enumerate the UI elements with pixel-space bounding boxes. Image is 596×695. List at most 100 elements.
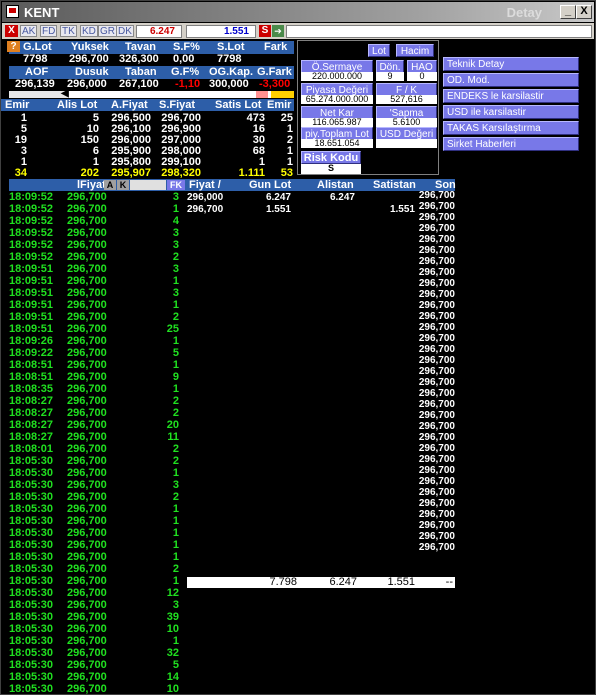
hdr-gf: G.F% — [171, 66, 200, 78]
trade-row[interactable]: 18:08:51 296,700 1 — [9, 359, 181, 371]
trade-price: 296,700 — [67, 683, 107, 695]
trade-row[interactable]: 18:05:30 296,700 2 — [9, 455, 181, 467]
trade-row[interactable]: 18:05:30 296,700 3 — [9, 599, 181, 611]
trades-hdr-fiyat[interactable]: lFiyat — [77, 179, 106, 191]
trade-price: 296,700 — [67, 479, 107, 491]
trade-row[interactable]: 18:05:30 296,700 1 — [9, 635, 181, 647]
link-sirket-haberleri[interactable]: Sirket Haberleri — [443, 137, 579, 151]
trade-row[interactable]: 18:09:52 296,700 3 — [9, 227, 181, 239]
link-endeks[interactable]: ENDEKS le karsilastir — [443, 89, 579, 103]
trade-price: 296,700 — [67, 335, 107, 347]
trade-row[interactable]: 18:05:30 296,700 2 — [9, 491, 181, 503]
trade-row[interactable]: 18:08:51 296,700 9 — [9, 371, 181, 383]
pricesum-fiyat-0: 296,000 — [187, 192, 224, 203]
risk-value: S — [301, 164, 361, 174]
trade-row[interactable]: 18:05:30 296,700 1 — [9, 539, 181, 551]
trade-lot: 11 — [167, 431, 179, 443]
trade-row[interactable]: 18:09:52 296,700 3 — [9, 239, 181, 251]
app-icon[interactable] — [6, 5, 19, 18]
trade-row[interactable]: 18:05:30 296,700 3 — [9, 479, 181, 491]
trade-row[interactable]: 18:05:30 296,700 1 — [9, 467, 181, 479]
netkar-value: 116.065.987 — [301, 118, 373, 127]
trade-time: 18:09:52 — [9, 203, 54, 215]
trade-row[interactable]: 18:05:30 296,700 39 — [9, 611, 181, 623]
trade-row[interactable]: 18:05:30 296,700 1 — [9, 515, 181, 527]
trade-row[interactable]: 18:09:52 296,700 4 — [9, 215, 181, 227]
close-icon[interactable]: X — [5, 25, 18, 37]
trade-row[interactable]: 18:05:30 296,700 32 — [9, 647, 181, 659]
val-gf: -1,10 — [175, 78, 201, 90]
trade-row[interactable]: 18:09:51 296,700 1 — [9, 299, 181, 311]
close-button[interactable]: X — [576, 5, 592, 19]
trade-row[interactable]: 18:05:30 296,700 2 — [9, 563, 181, 575]
trade-lot: 3 — [172, 287, 179, 299]
trade-lot: 2 — [172, 251, 179, 263]
trade-row[interactable]: 18:09:52 296,700 3 — [9, 191, 181, 203]
trade-row[interactable]: 18:05:30 296,700 10 — [9, 623, 181, 635]
trade-lot: 25 — [166, 323, 179, 335]
trade-row[interactable]: 18:09:51 296,700 3 — [9, 287, 181, 299]
title-bar[interactable]: KENT Detay _ X — [2, 2, 594, 22]
trade-row[interactable]: 18:09:51 296,700 1 — [9, 275, 181, 287]
trade-row[interactable]: 18:08:01 296,700 2 — [9, 443, 181, 455]
fk-button[interactable]: FK — [167, 180, 185, 190]
link-od-mod[interactable]: OD. Mod. — [443, 73, 579, 87]
trade-price: 296,700 — [67, 323, 107, 335]
trade-lot: 3 — [172, 263, 179, 275]
trade-row[interactable]: 18:09:26 296,700 1 — [9, 335, 181, 347]
trade-price: 296,700 — [67, 443, 107, 455]
hacim-button[interactable]: Hacim — [396, 44, 434, 57]
trade-row[interactable]: 18:05:30 296,700 12 — [9, 587, 181, 599]
tab-tk[interactable]: TK — [60, 25, 77, 37]
a-button[interactable]: A — [104, 180, 116, 190]
trade-row[interactable]: 18:05:30 296,700 1 — [9, 575, 181, 587]
k-button[interactable]: K — [117, 180, 129, 190]
trade-row[interactable]: 18:09:52 296,700 2 — [9, 251, 181, 263]
trade-price: 296,700 — [67, 563, 107, 575]
trade-row[interactable]: 18:05:30 296,700 14 — [9, 671, 181, 683]
arrow-right-icon[interactable]: ➔ — [272, 25, 284, 37]
trade-price: 296,700 — [67, 287, 107, 299]
trades-hdr-gunlot[interactable]: Gun Lot — [249, 179, 291, 191]
trade-lot: 2 — [172, 407, 179, 419]
minimize-button[interactable]: _ — [560, 5, 576, 19]
trade-row[interactable]: 18:08:35 296,700 1 — [9, 383, 181, 395]
tab-dk[interactable]: DK — [116, 25, 134, 37]
link-takas[interactable]: TAKAS Karsılaştırma — [443, 121, 579, 135]
trade-row[interactable]: 18:09:52 296,700 1 — [9, 203, 181, 215]
don-value: 9 — [376, 72, 404, 81]
trades-hdr-alistan[interactable]: Alistan — [317, 179, 354, 191]
link-teknik-detay[interactable]: Teknik Detay — [443, 57, 579, 71]
trade-row[interactable]: 18:05:30 296,700 1 — [9, 503, 181, 515]
link-usd[interactable]: USD ile karsilastir — [443, 105, 579, 119]
trades-hdr-fiyat2[interactable]: Fiyat / — [189, 179, 221, 191]
trades-filter-input[interactable] — [130, 180, 166, 190]
trade-row[interactable]: 18:05:30 296,700 1 — [9, 551, 181, 563]
help-icon[interactable]: ? — [7, 41, 20, 52]
trade-price: 296,700 — [67, 575, 107, 587]
trade-row[interactable]: 18:05:30 296,700 1 — [9, 527, 181, 539]
trade-row[interactable]: 18:08:27 296,700 2 — [9, 407, 181, 419]
trade-time: 18:09:51 — [9, 275, 54, 287]
s-button[interactable]: S — [259, 25, 271, 37]
tab-fd[interactable]: FD — [40, 25, 58, 37]
tab-ak[interactable]: AK — [20, 25, 38, 37]
trade-row[interactable]: 18:09:51 296,700 25 — [9, 323, 181, 335]
trade-row[interactable]: 18:08:27 296,700 11 — [9, 431, 181, 443]
trade-row[interactable]: 18:05:30 296,700 5 — [9, 659, 181, 671]
tab-kd[interactable]: KD — [80, 25, 98, 37]
tab-gr[interactable]: GR — [98, 25, 117, 37]
trade-row[interactable]: 18:05:30 296,700 10 — [9, 683, 181, 695]
trade-lot: 1 — [172, 575, 179, 587]
trade-row[interactable]: 18:08:27 296,700 20 — [9, 419, 181, 431]
trade-row[interactable]: 18:09:22 296,700 5 — [9, 347, 181, 359]
trade-row[interactable]: 18:08:27 296,700 2 — [9, 395, 181, 407]
trade-time: 18:09:52 — [9, 191, 54, 203]
trade-row[interactable]: 18:09:51 296,700 3 — [9, 263, 181, 275]
trade-time: 18:09:52 — [9, 239, 54, 251]
symbol-input[interactable] — [286, 25, 592, 38]
trade-row[interactable]: 18:09:51 296,700 2 — [9, 311, 181, 323]
trade-lot: 1 — [172, 275, 179, 287]
trade-time: 18:08:27 — [9, 407, 54, 419]
lot-button[interactable]: Lot — [368, 44, 390, 57]
